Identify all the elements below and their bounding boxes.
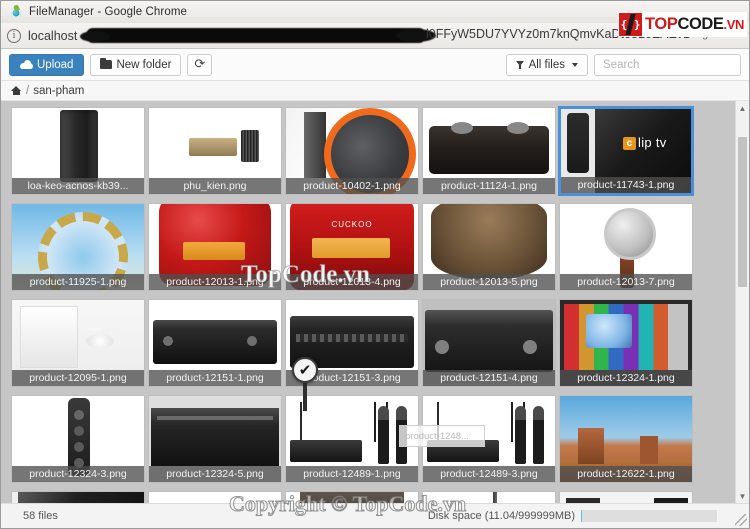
file-tile[interactable]: product-12151-1.png <box>148 299 282 387</box>
file-grid-area: loa-keo-acnos-kb39... phu_kien.png product… <box>1 101 749 503</box>
file-filter-label: All files <box>528 58 565 71</box>
chrome-favicon-icon <box>9 5 23 19</box>
new-folder-button[interactable]: New folder <box>90 53 182 76</box>
file-thumbnail <box>560 492 692 503</box>
file-tile[interactable]: product-11925-1.png <box>11 203 145 291</box>
breadcrumb: / san-pham <box>1 81 749 101</box>
drag-preview-ghost: product-1248... <box>399 425 485 447</box>
file-thumbnail <box>149 492 281 503</box>
file-tile[interactable]: product-12095-1.png <box>11 299 145 387</box>
file-tile-label: product-12489-1.png <box>286 466 418 482</box>
breadcrumb-separator: / <box>26 84 30 97</box>
file-tile-label: product-12095-1.png <box>12 370 144 386</box>
file-tile-label: product-11124-1.png <box>423 178 555 194</box>
cloud-upload-icon <box>20 60 33 69</box>
vertical-scrollbar[interactable]: ▲ ▼ <box>735 101 749 503</box>
file-tile-label: phu_kien.png <box>149 178 281 194</box>
file-tile-label: product-12622-1.png <box>560 466 692 482</box>
search-input[interactable] <box>594 53 741 76</box>
app-toolbar: Upload New folder ⟳ All files <box>1 49 749 81</box>
url-host-text: localhost <box>28 28 78 43</box>
file-tile[interactable] <box>559 491 693 503</box>
home-icon[interactable] <box>11 86 22 95</box>
file-thumbnail <box>423 492 555 503</box>
file-tile[interactable]: phu_kien.png <box>148 107 282 195</box>
cuckoo-brand-text: CUCKOO <box>331 220 373 229</box>
cursor-stem <box>303 381 307 411</box>
new-folder-button-label: New folder <box>116 58 172 71</box>
status-bar: 58 files Disk space (11.04/999999MB) <box>1 503 749 528</box>
scroll-up-arrow-icon[interactable]: ▲ <box>736 101 749 115</box>
disk-space-label: Disk space (11.04/999999MB) <box>427 510 575 522</box>
scroll-down-arrow-icon[interactable]: ▼ <box>736 489 749 503</box>
file-tile[interactable] <box>285 491 419 503</box>
file-tile[interactable]: product-12013-5.png <box>422 203 556 291</box>
file-tile[interactable]: product-12013-7.png <box>559 203 693 291</box>
file-count-label: 58 files <box>23 510 58 522</box>
cliptv-logo-icon: c lip tv <box>623 135 667 150</box>
file-tile-label: product-12013-1.png <box>149 274 281 290</box>
upload-button-label: Upload <box>37 58 74 71</box>
selection-check-cursor-icon <box>292 357 318 383</box>
file-tile[interactable]: loa-keo-acnos-kb39... <box>11 107 145 195</box>
file-thumbnail <box>286 492 418 503</box>
file-tile[interactable]: product-12324-1.png <box>559 299 693 387</box>
file-tile-label: product-12324-3.png <box>12 466 144 482</box>
file-tile[interactable]: product-12013-1.png <box>148 203 282 291</box>
file-tile[interactable] <box>11 491 145 503</box>
file-tile[interactable]: CUCKOO product-12013-4.png <box>285 203 419 291</box>
file-tile-label: product-11925-1.png <box>12 274 144 290</box>
url-redaction-scribble <box>80 27 436 43</box>
topcode-brand-logo: TOPCODE.VN <box>618 12 747 37</box>
file-tile-label: product-12013-7.png <box>560 274 692 290</box>
file-tile-label: product-12324-1.png <box>560 370 692 386</box>
refresh-icon: ⟳ <box>194 57 206 72</box>
file-tile-label: product-12013-5.png <box>423 274 555 290</box>
file-tile-label: product-12151-1.png <box>149 370 281 386</box>
drag-preview-label: product-1248... <box>405 431 469 442</box>
file-tile[interactable]: product-10402-1.png <box>285 107 419 195</box>
microphone-pair-art <box>515 406 549 468</box>
file-thumbnail <box>12 492 144 503</box>
disk-space-progress-fill <box>581 510 583 522</box>
file-tile-label: product-12151-4.png <box>423 370 555 386</box>
disk-space-progress-bar <box>581 510 717 522</box>
refresh-button[interactable]: ⟳ <box>187 53 213 76</box>
vertical-scrollbar-thumb[interactable] <box>738 137 747 287</box>
file-tile[interactable]: product-12324-3.png <box>11 395 145 483</box>
file-tile[interactable]: c lip tv product-11743-1.png <box>559 107 693 195</box>
file-tile[interactable]: product-12151-4.png <box>422 299 556 387</box>
file-tile-label: product-12489-3.png <box>423 466 555 482</box>
file-tile[interactable]: product-12324-5.png <box>148 395 282 483</box>
disk-space-indicator: Disk space (11.04/999999MB) <box>428 510 717 522</box>
brand-code-text: CODE <box>677 15 724 34</box>
file-tile[interactable] <box>422 491 556 503</box>
file-grid: loa-keo-acnos-kb39... phu_kien.png product… <box>1 101 735 503</box>
brand-top-text: TOP <box>645 15 678 34</box>
folder-icon <box>100 57 113 69</box>
file-tile[interactable] <box>148 491 282 503</box>
window-title: FileManager - Google Chrome <box>29 6 188 18</box>
breadcrumb-current-folder[interactable]: san-pham <box>33 85 84 97</box>
filter-icon <box>515 60 525 69</box>
file-tile[interactable]: product-12622-1.png <box>559 395 693 483</box>
file-tile-label: product-10402-1.png <box>286 178 418 194</box>
file-tile-label: loa-keo-acnos-kb39... <box>12 178 144 194</box>
file-tile-label: product-12013-4.png <box>286 274 418 290</box>
upload-button[interactable]: Upload <box>9 53 85 76</box>
browser-window: FileManager - Google Chrome localhost l0… <box>0 0 750 529</box>
window-resize-grip[interactable] <box>735 514 747 526</box>
file-tile-label: product-12324-5.png <box>149 466 281 482</box>
chevron-down-icon <box>572 62 578 67</box>
file-filter-dropdown[interactable]: All files <box>505 53 588 76</box>
topcode-mark-icon <box>619 13 643 36</box>
file-tile[interactable]: product-11124-1.png <box>422 107 556 195</box>
info-circle-icon[interactable] <box>7 28 21 43</box>
file-tile-label: product-11743-1.png <box>561 177 691 193</box>
brand-vn-text: .VN <box>723 17 745 33</box>
